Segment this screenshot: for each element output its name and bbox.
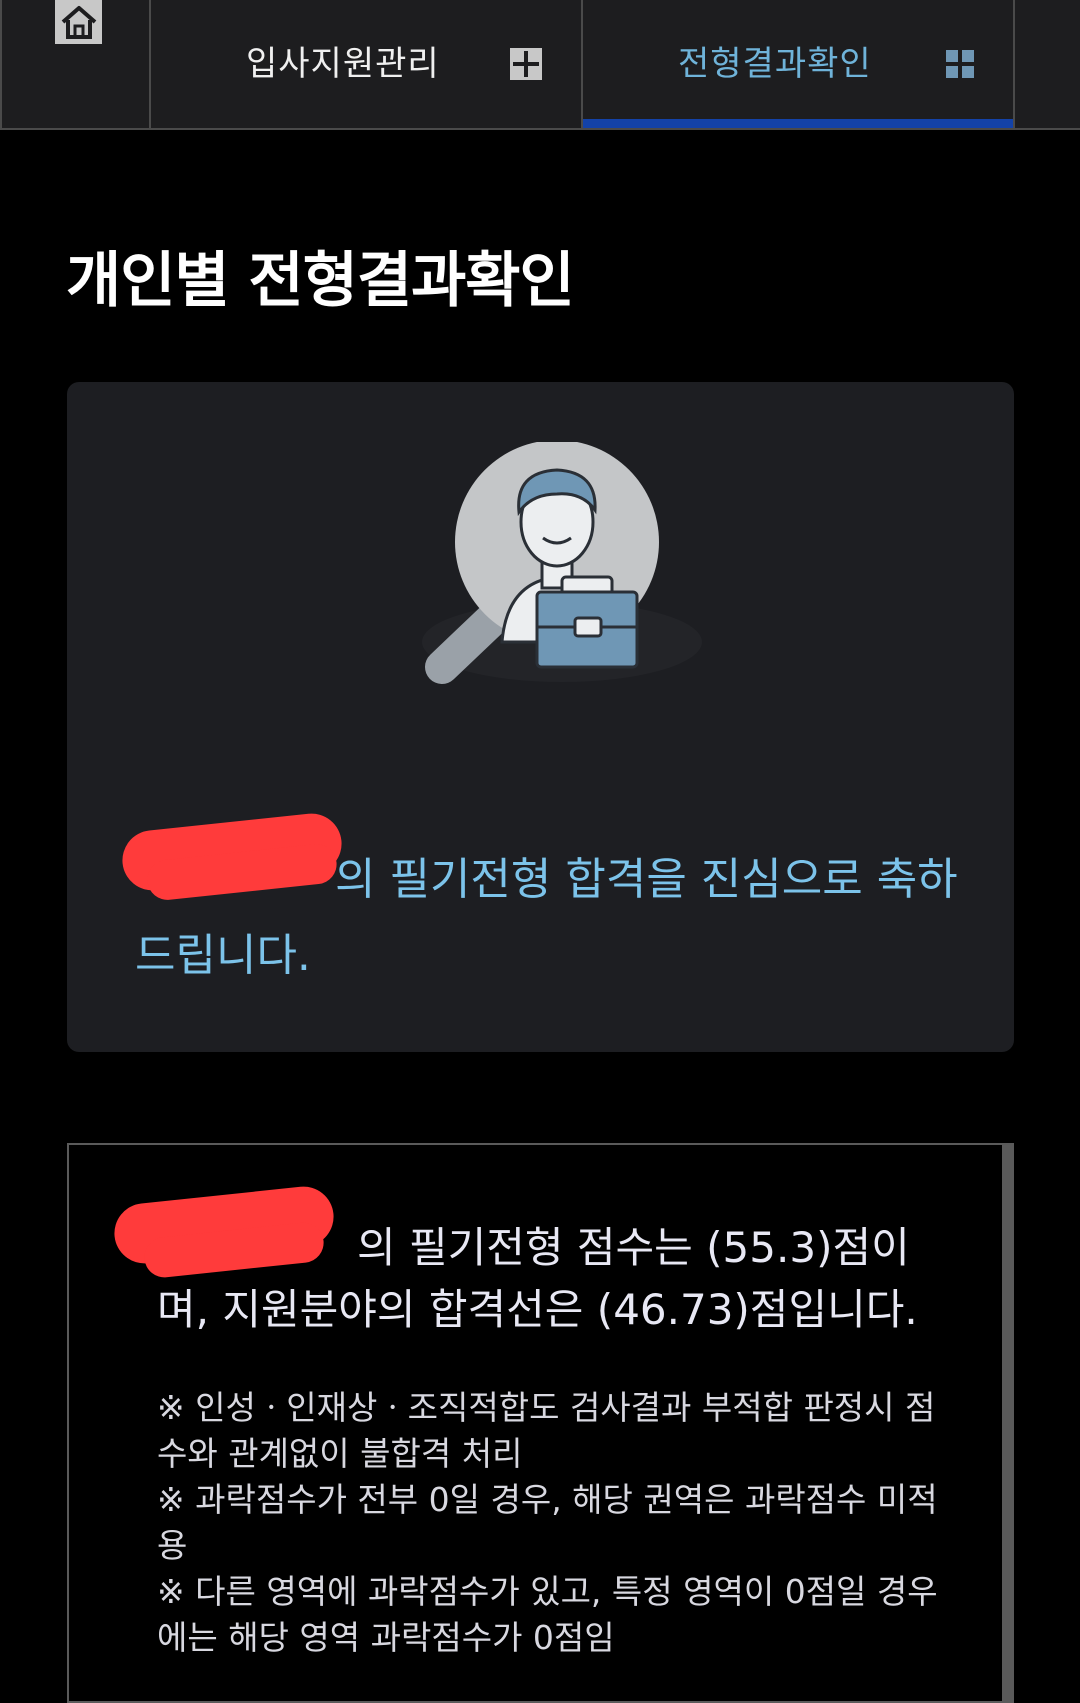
plus-icon[interactable] — [510, 48, 542, 80]
notes-list: ※ 인성ㆍ인재상ㆍ조직적합도 검사결과 부적합 판정시 점수와 관계없이 불합격… — [157, 1385, 947, 1661]
note-item: ※ 과락점수가 전부 0일 경우, 해당 권역은 과락점수 미적용 — [157, 1480, 938, 1565]
tab-result-label: 전형결과확인 — [678, 44, 872, 84]
search-person-icon — [422, 442, 702, 684]
result-card: 의 필기전형 합격을 진심으로 축하드립니다. — [67, 382, 1014, 1052]
home-icon — [61, 6, 96, 39]
note-item: ※ 다른 영역에 과락점수가 있고, 특정 영역이 0점일 경우에는 해당 영역… — [157, 1572, 938, 1657]
tab-overflow — [1015, 0, 1080, 128]
grid-icon[interactable] — [946, 50, 974, 78]
score-card: 의 필기전형 점수는 (55.3)점이며, 지원분야의 합격선은 (46.73)… — [67, 1143, 1014, 1703]
tab-apply-management[interactable]: 입사지원관리 — [151, 0, 583, 128]
tab-apply-label: 입사지원관리 — [246, 44, 440, 84]
top-navigation: 입사지원관리 전형결과확인 — [0, 0, 1080, 130]
home-cell — [0, 0, 151, 128]
tab-result-check[interactable]: 전형결과확인 — [583, 0, 1015, 128]
active-tab-indicator — [583, 119, 1013, 128]
note-item: ※ 인성ㆍ인재상ㆍ조직적합도 검사결과 부적합 판정시 점수와 관계없이 불합격… — [157, 1388, 936, 1473]
home-button[interactable] — [55, 0, 102, 44]
page-title: 개인별 전형결과확인 — [66, 246, 575, 316]
